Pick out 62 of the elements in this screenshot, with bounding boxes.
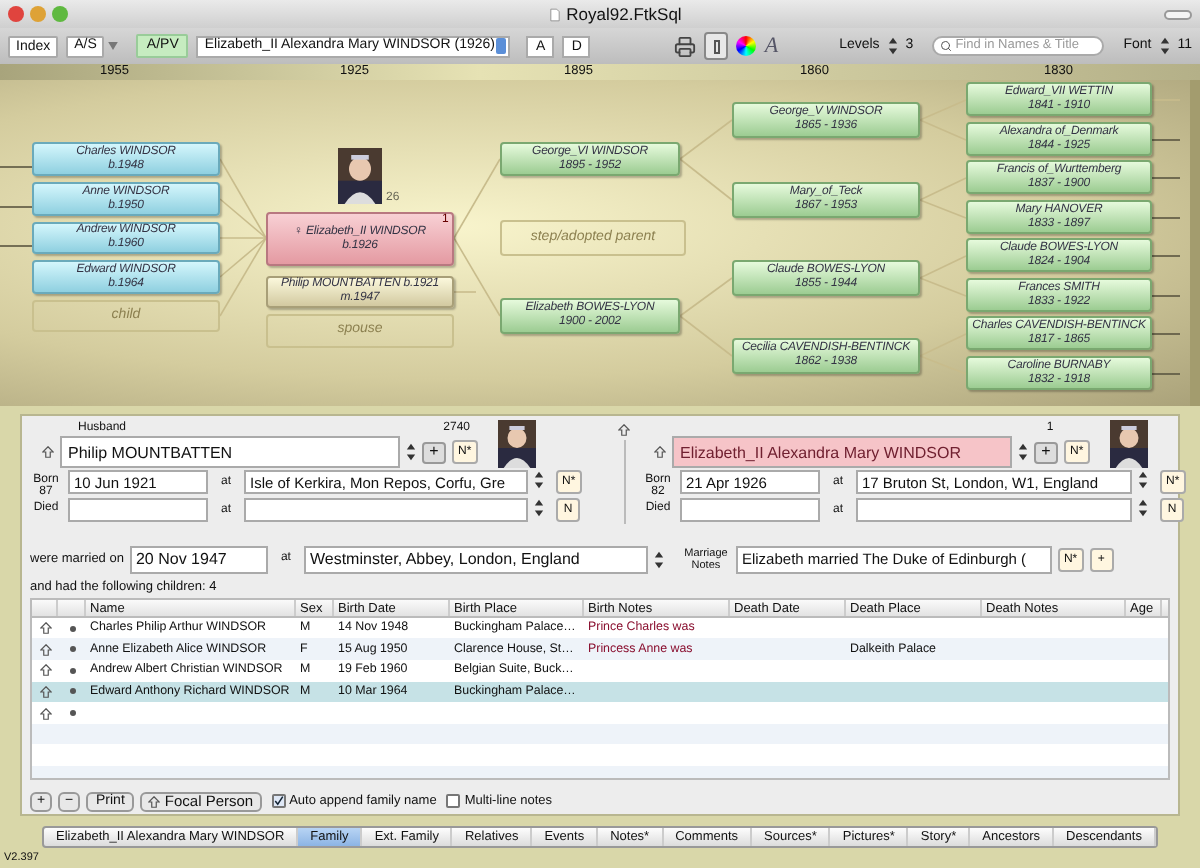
stepper-icon[interactable] bbox=[406, 442, 416, 462]
dropdown-arrow-icon[interactable] bbox=[108, 42, 119, 50]
name-field[interactable]: Philip MOUNTBATTEN bbox=[60, 436, 400, 468]
connector-line bbox=[919, 199, 967, 219]
stepper-icon[interactable] bbox=[534, 498, 544, 518]
stepper-icon[interactable] bbox=[1018, 442, 1028, 462]
portrait-layout-button[interactable] bbox=[704, 32, 729, 60]
connector-line bbox=[0, 245, 33, 247]
stepper-icon[interactable] bbox=[653, 549, 664, 570]
font-style-button[interactable]: A bbox=[764, 29, 779, 63]
input-field[interactable] bbox=[68, 498, 208, 522]
bullet-icon bbox=[69, 688, 75, 695]
connector-line bbox=[679, 277, 733, 317]
arrow-up-icon[interactable] bbox=[42, 446, 54, 458]
connector-line bbox=[919, 277, 967, 297]
connector-line bbox=[453, 158, 501, 239]
name-field[interactable]: Elizabeth_II Alexandra Mary WINDSOR bbox=[672, 436, 1012, 468]
document-icon bbox=[550, 7, 561, 21]
arrow-up-icon[interactable] bbox=[654, 446, 666, 458]
stepper-icon[interactable] bbox=[887, 36, 898, 56]
stepper-icon[interactable] bbox=[534, 470, 544, 490]
toolbar-toggle-button[interactable] bbox=[1164, 9, 1192, 19]
stepper-icon[interactable] bbox=[1138, 470, 1148, 490]
connector-line bbox=[679, 119, 733, 160]
input-field[interactable]: Westminster, Abbey, London, England bbox=[303, 545, 648, 574]
connector-line bbox=[679, 315, 733, 357]
connector-line bbox=[1151, 139, 1181, 141]
color-wheel-icon[interactable] bbox=[736, 36, 757, 56]
input-field[interactable] bbox=[680, 498, 820, 522]
add-button[interactable]: + bbox=[422, 441, 446, 463]
connector-line bbox=[919, 177, 967, 201]
bullet-icon bbox=[69, 710, 75, 717]
bullet-icon bbox=[69, 667, 75, 674]
close-button[interactable] bbox=[8, 6, 24, 22]
checkbox[interactable] bbox=[271, 794, 286, 809]
stepper-icon[interactable] bbox=[1159, 36, 1170, 56]
connector-line bbox=[1151, 373, 1181, 375]
input-field[interactable]: 20 Nov 1947 bbox=[129, 545, 268, 574]
connector-line bbox=[919, 255, 967, 279]
bullet-icon bbox=[69, 646, 75, 653]
checkbox[interactable] bbox=[446, 794, 461, 809]
connector-line bbox=[919, 119, 967, 141]
connector-line bbox=[1151, 333, 1181, 335]
connector-line bbox=[919, 333, 967, 357]
connector-line bbox=[679, 158, 733, 201]
arrow-up-icon bbox=[148, 795, 161, 808]
connector-line bbox=[0, 206, 33, 208]
input-field[interactable] bbox=[244, 498, 528, 522]
stepper-icon[interactable] bbox=[1138, 498, 1148, 518]
connector-line bbox=[1151, 217, 1181, 219]
connector-line bbox=[1151, 295, 1181, 297]
add-button[interactable]: + bbox=[1034, 441, 1058, 463]
connector-line bbox=[1151, 177, 1181, 179]
bullet-icon bbox=[69, 625, 75, 632]
input-field[interactable] bbox=[856, 498, 1132, 522]
arrow-up-icon[interactable] bbox=[618, 424, 630, 436]
window-title: Royal92.FtkSql bbox=[566, 1, 682, 27]
connector-line bbox=[1151, 255, 1181, 257]
connector-line bbox=[919, 99, 967, 121]
search-icon bbox=[939, 40, 952, 52]
connector-line bbox=[0, 166, 33, 168]
print-icon[interactable] bbox=[674, 35, 697, 57]
